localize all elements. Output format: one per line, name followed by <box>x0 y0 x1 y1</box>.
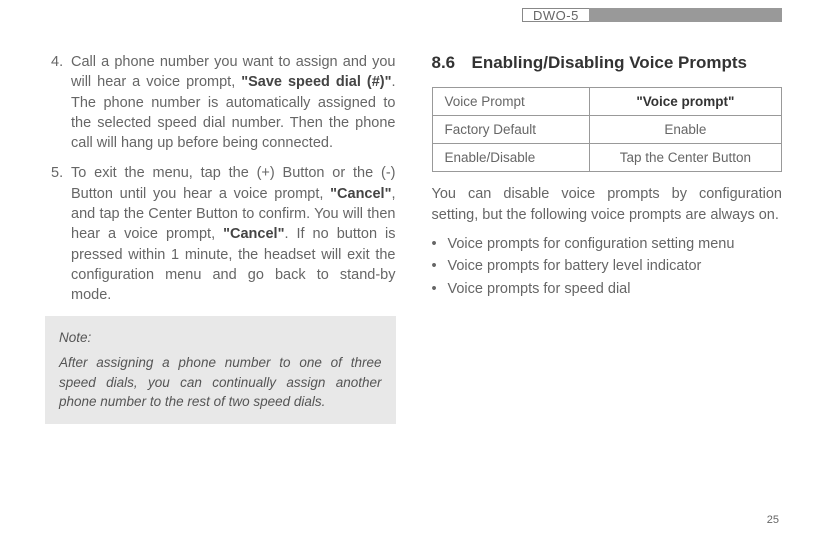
table-cell: Voice Prompt <box>432 88 589 116</box>
page-header: DWO-5 <box>45 0 782 28</box>
table-cell: Enable <box>589 116 781 144</box>
note-title: Note: <box>59 328 382 348</box>
bullet-item: • Voice prompts for speed dial <box>432 278 783 300</box>
table-cell: "Voice prompt" <box>589 88 781 116</box>
table-cell: Enable/Disable <box>432 144 589 172</box>
bullet-item: • Voice prompts for battery level indica… <box>432 255 783 277</box>
section-title: Enabling/Disabling Voice Prompts <box>472 52 783 73</box>
bullet-text: Voice prompts for battery level indicato… <box>448 255 702 277</box>
paragraph: You can disable voice prompts by configu… <box>432 184 783 225</box>
section-number: 8.6 <box>432 52 472 73</box>
bold-text: "Save speed dial (#)" <box>241 74 391 90</box>
bullet-list: • Voice prompts for configuration settin… <box>432 233 783 300</box>
note-body: After assigning a phone number to one of… <box>59 353 382 412</box>
table-row: Voice Prompt "Voice prompt" <box>432 88 782 116</box>
table-cell: Factory Default <box>432 116 589 144</box>
item-text: To exit the menu, tap the (+) Button or … <box>71 163 396 305</box>
bullet-text: Voice prompts for speed dial <box>448 278 631 300</box>
list-item: 4. Call a phone number you want to assig… <box>45 52 396 153</box>
table-cell: Tap the Center Button <box>589 144 781 172</box>
bold-text: "Cancel" <box>330 186 391 202</box>
bullet-text: Voice prompts for configuration setting … <box>448 233 735 255</box>
list-item: 5. To exit the menu, tap the (+) Button … <box>45 163 396 305</box>
bullet-item: • Voice prompts for configuration settin… <box>432 233 783 255</box>
note-box: Note: After assigning a phone number to … <box>45 316 396 424</box>
bullet-marker: • <box>432 233 448 255</box>
left-column: 4. Call a phone number you want to assig… <box>45 52 396 424</box>
table-row: Enable/Disable Tap the Center Button <box>432 144 782 172</box>
model-text: DWO-5 <box>533 8 579 23</box>
section-heading: 8.6 Enabling/Disabling Voice Prompts <box>432 52 783 73</box>
table-row: Factory Default Enable <box>432 116 782 144</box>
item-text: Call a phone number you want to assign a… <box>71 52 396 153</box>
header-bar: DWO-5 <box>522 8 782 22</box>
right-column: 8.6 Enabling/Disabling Voice Prompts Voi… <box>432 52 783 424</box>
item-number: 5. <box>45 163 71 305</box>
content-columns: 4. Call a phone number you want to assig… <box>45 52 782 424</box>
page-number: 25 <box>767 514 779 526</box>
model-label: DWO-5 <box>522 8 589 22</box>
settings-table: Voice Prompt "Voice prompt" Factory Defa… <box>432 87 783 172</box>
bold-text: "Cancel" <box>223 226 284 242</box>
header-accent-block <box>589 8 782 22</box>
bullet-marker: • <box>432 255 448 277</box>
bullet-marker: • <box>432 278 448 300</box>
item-number: 4. <box>45 52 71 153</box>
